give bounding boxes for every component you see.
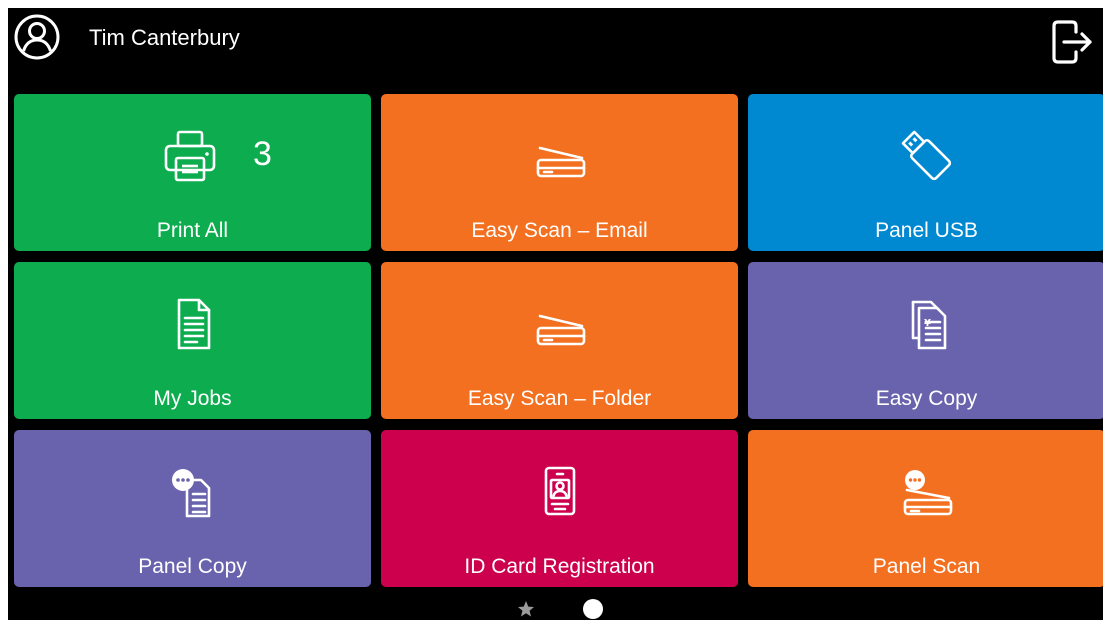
tile-label: Easy Scan – Folder (467, 387, 652, 410)
print-job-count: 3 (253, 135, 272, 173)
tile-my-jobs[interactable]: My Jobs (14, 262, 371, 419)
id-card-icon (544, 466, 575, 516)
star-icon[interactable] (517, 600, 535, 618)
printer-icon (164, 130, 216, 182)
tile-label: My Jobs (153, 387, 232, 410)
tile-print-all[interactable]: 3 Print All (14, 94, 371, 251)
terminal-screen: Tim Canterbury 3 Print All Easy Scan – E… (8, 8, 1103, 620)
tile-easy-scan-email[interactable]: Easy Scan – Email (381, 94, 738, 251)
tile-easy-copy[interactable]: ¥ Easy Copy (748, 262, 1103, 419)
scanner-icon (536, 314, 585, 346)
logout-icon[interactable] (1048, 18, 1096, 66)
copy-documents-icon: ¥ (911, 300, 946, 350)
tile-panel-scan[interactable]: Panel Scan (748, 430, 1103, 587)
tile-label: ID Card Registration (464, 555, 655, 578)
tile-easy-scan-folder[interactable]: Easy Scan – Folder (381, 262, 738, 419)
tile-label: Panel Scan (872, 555, 981, 578)
svg-text:¥: ¥ (924, 318, 931, 329)
tile-id-card-registration[interactable]: ID Card Registration (381, 430, 738, 587)
user-name: Tim Canterbury (89, 25, 240, 50)
user-circle-icon[interactable] (13, 13, 61, 61)
usb-drive-icon (901, 130, 951, 181)
panel-copy-icon (171, 469, 210, 518)
tile-label: Easy Scan – Email (471, 219, 648, 242)
page-dot-icon[interactable] (583, 599, 603, 619)
document-icon (177, 298, 210, 350)
tile-label: Panel Copy (138, 555, 247, 578)
tile-label: Panel USB (875, 219, 978, 242)
tile-panel-copy[interactable]: Panel Copy (14, 430, 371, 587)
tile-panel-usb[interactable]: Panel USB (748, 94, 1103, 251)
tile-label: Print All (156, 219, 229, 242)
tile-label: Easy Copy (875, 387, 978, 410)
scanner-icon (536, 146, 585, 178)
panel-scan-icon (903, 470, 952, 516)
